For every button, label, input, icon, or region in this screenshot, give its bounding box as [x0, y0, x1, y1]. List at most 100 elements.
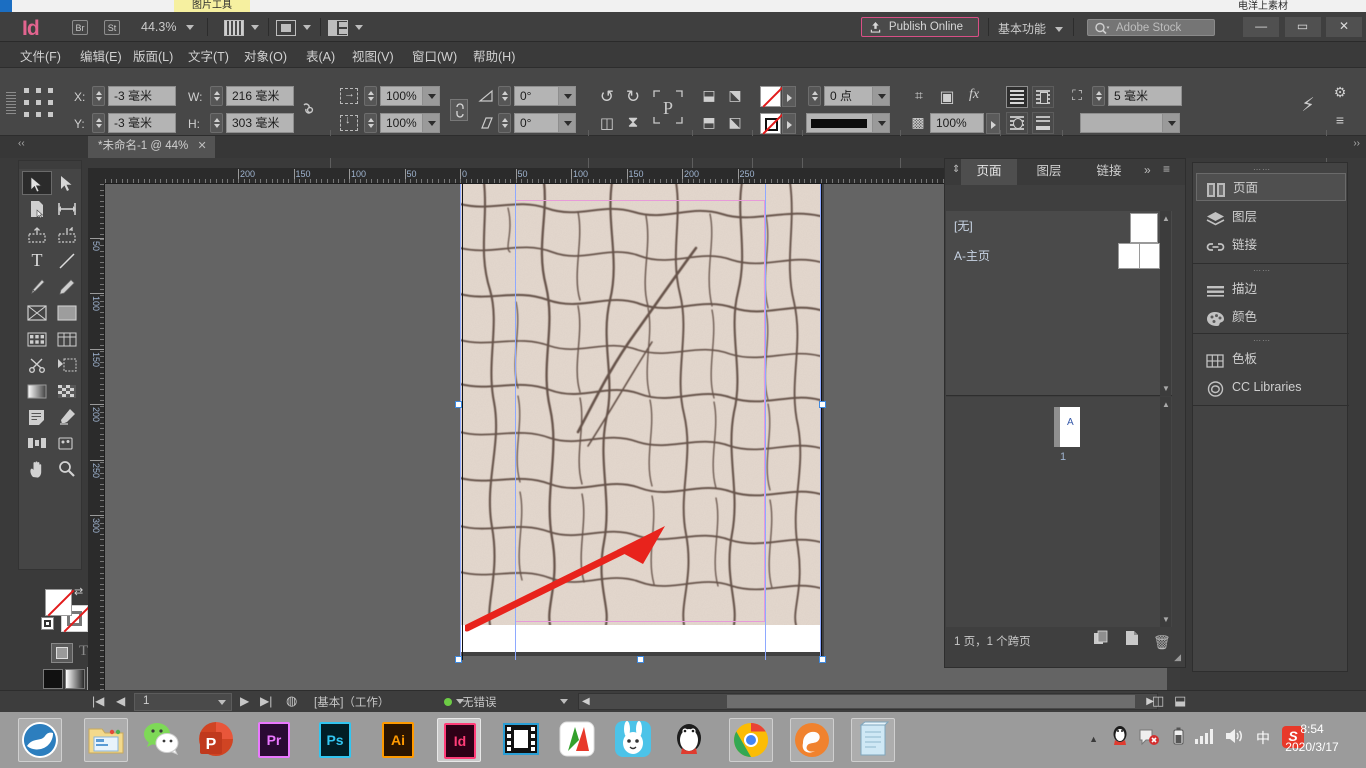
master-thumbnail-a[interactable] [1118, 243, 1160, 269]
y-field[interactable]: -3 毫米 [108, 113, 176, 133]
video-editor-app[interactable] [500, 718, 544, 762]
stock-icon[interactable]: St [104, 20, 120, 35]
bleed-guide-left[interactable] [460, 184, 461, 660]
browser-app[interactable] [18, 718, 62, 762]
zoom-level-selector[interactable]: 44.3% [141, 20, 194, 34]
w-field[interactable]: 216 毫米 [226, 86, 294, 106]
effects-icon[interactable]: fx [962, 87, 986, 107]
chevron-down-icon[interactable] [218, 700, 226, 705]
wechat-app[interactable] [140, 718, 184, 762]
wrap-shape-field[interactable] [1080, 113, 1180, 133]
swatches-panel-tool[interactable] [52, 431, 82, 455]
chrome-app[interactable] [729, 718, 773, 762]
wrap-shape-dropdown[interactable] [1162, 114, 1179, 132]
text-wrap-none-button[interactable] [1006, 86, 1028, 108]
control-panel-grip[interactable] [6, 92, 16, 114]
tools-panel-grip[interactable] [19, 161, 81, 169]
horizontal-scrollbar[interactable]: ◀ ▶ [578, 693, 1158, 710]
constrain-proportions-wh-icon[interactable] [300, 101, 320, 119]
qq-app[interactable] [668, 718, 712, 762]
panel-tab-pages[interactable]: 页面 [961, 159, 1017, 185]
masters-scrollbar[interactable]: ▲ ▼ [1160, 211, 1171, 396]
table-tool[interactable] [52, 327, 82, 351]
photoshop-app[interactable]: Ps [313, 718, 357, 762]
gradient-swatch-tool[interactable] [22, 379, 52, 403]
last-page-icon[interactable]: ▶| [260, 691, 272, 711]
scale-y-stepper[interactable] [364, 113, 377, 133]
arrange-documents-button[interactable] [328, 19, 363, 36]
dock-item-stroke[interactable]: 描边 [1196, 275, 1346, 303]
close-button[interactable]: ✕ [1326, 17, 1362, 37]
rotation-stepper[interactable] [498, 86, 511, 106]
dock-group-grip-3[interactable]: ⋯⋯ [1253, 336, 1271, 345]
indesign-app[interactable]: Id [437, 718, 481, 762]
flip-horizontal-button[interactable]: ◫ [597, 114, 617, 134]
premiere-app[interactable]: Pr [252, 718, 296, 762]
menu-window[interactable]: 窗口(W) [412, 46, 457, 65]
panel-drag-icon[interactable]: ⇕ [952, 164, 960, 175]
fill-swatch-none[interactable] [760, 86, 781, 107]
stroke-weight-stepper[interactable] [808, 86, 821, 106]
selection-handle-bottom-center[interactable] [637, 656, 644, 663]
shear-stepper[interactable] [498, 113, 511, 133]
dock-item-pages[interactable]: 页面 [1196, 173, 1346, 201]
y-stepper[interactable] [92, 113, 105, 133]
illustrator-app[interactable]: Ai [376, 718, 420, 762]
pencil-tool[interactable] [52, 275, 82, 299]
split-window-icon[interactable]: ◫ [1152, 691, 1164, 711]
align-panel-tool[interactable] [22, 431, 52, 455]
maximize-button[interactable]: ▭ [1285, 17, 1321, 37]
swap-fill-stroke-icon[interactable]: ⇄ [74, 585, 83, 598]
bleed-guide-right[interactable] [820, 184, 821, 660]
content-placer-tool[interactable] [52, 223, 82, 247]
rotation-dropdown[interactable] [558, 87, 575, 105]
rotate-cw-button[interactable]: ↻ [623, 87, 643, 107]
distribute-vertical-icon[interactable]: ⬕ [724, 114, 746, 134]
reference-point-proxy[interactable] [22, 86, 56, 120]
selection-handle-bottom-right[interactable] [819, 656, 826, 663]
menu-type[interactable]: 文字(T) [188, 46, 229, 65]
adobe-stock-search[interactable]: Adobe Stock [1087, 19, 1215, 36]
default-fill-stroke-icon[interactable] [41, 617, 54, 630]
preflight-icon[interactable]: ◍ [286, 691, 297, 711]
selection-tool[interactable] [22, 171, 52, 195]
notepad-app[interactable] [851, 718, 895, 762]
panel-tab-links[interactable]: 链接 [1081, 159, 1137, 185]
h-field[interactable]: 303 毫米 [226, 113, 294, 133]
qq-tray-icon[interactable] [1110, 724, 1130, 753]
network-alert-icon[interactable] [1138, 726, 1160, 751]
horizontal-scrollbar-thumb[interactable] [727, 695, 1135, 708]
zoom-tool[interactable] [52, 457, 82, 481]
distribute-horizontal-icon[interactable]: ⬔ [724, 87, 746, 107]
formatting-affects-text-icon[interactable]: T [79, 643, 88, 660]
scroll-left-icon[interactable]: ◀ [582, 696, 590, 707]
file-explorer-app[interactable] [84, 718, 128, 762]
align-top-distribute-icon[interactable]: ⬓ [698, 87, 720, 107]
w-stepper[interactable] [210, 86, 223, 106]
dock-item-color[interactable]: 颜色 [1196, 303, 1346, 331]
ruler-origin[interactable] [88, 168, 105, 184]
constrain-scale-toggle[interactable] [450, 99, 468, 121]
line-tool[interactable] [52, 249, 82, 273]
free-transform-tool[interactable] [22, 327, 52, 351]
signal-icon[interactable] [1194, 727, 1216, 750]
shear-field[interactable]: 0° [514, 113, 576, 133]
screen-mode-button[interactable] [276, 19, 311, 36]
page-tool[interactable] [22, 197, 52, 221]
opacity-field[interactable]: 100% [930, 113, 984, 133]
resize-grip[interactable]: ◢ [1174, 652, 1181, 663]
vertical-ruler[interactable]: 50100150200250300 [88, 184, 105, 692]
menu-help[interactable]: 帮助(H) [473, 46, 515, 65]
direct-selection-tool[interactable] [52, 171, 82, 195]
column-guide-left[interactable] [515, 184, 516, 660]
text-wrap-bounding-box-button[interactable] [1032, 86, 1054, 108]
text-wrap-object-shape-button[interactable] [1006, 112, 1028, 134]
collapse-left-dock-icon[interactable]: ‹‹ [18, 138, 25, 149]
rotate-ccw-button[interactable]: ↺ [597, 87, 617, 107]
stroke-weight-dropdown[interactable] [872, 87, 889, 105]
master-row-none[interactable]: [无] [946, 217, 1156, 237]
menu-edit[interactable]: 编辑(E) [80, 46, 122, 65]
delete-page-icon[interactable]: 🗑 [1153, 634, 1171, 651]
menu-view[interactable]: 视图(V) [352, 46, 394, 65]
scale-x-stepper[interactable] [364, 86, 377, 106]
